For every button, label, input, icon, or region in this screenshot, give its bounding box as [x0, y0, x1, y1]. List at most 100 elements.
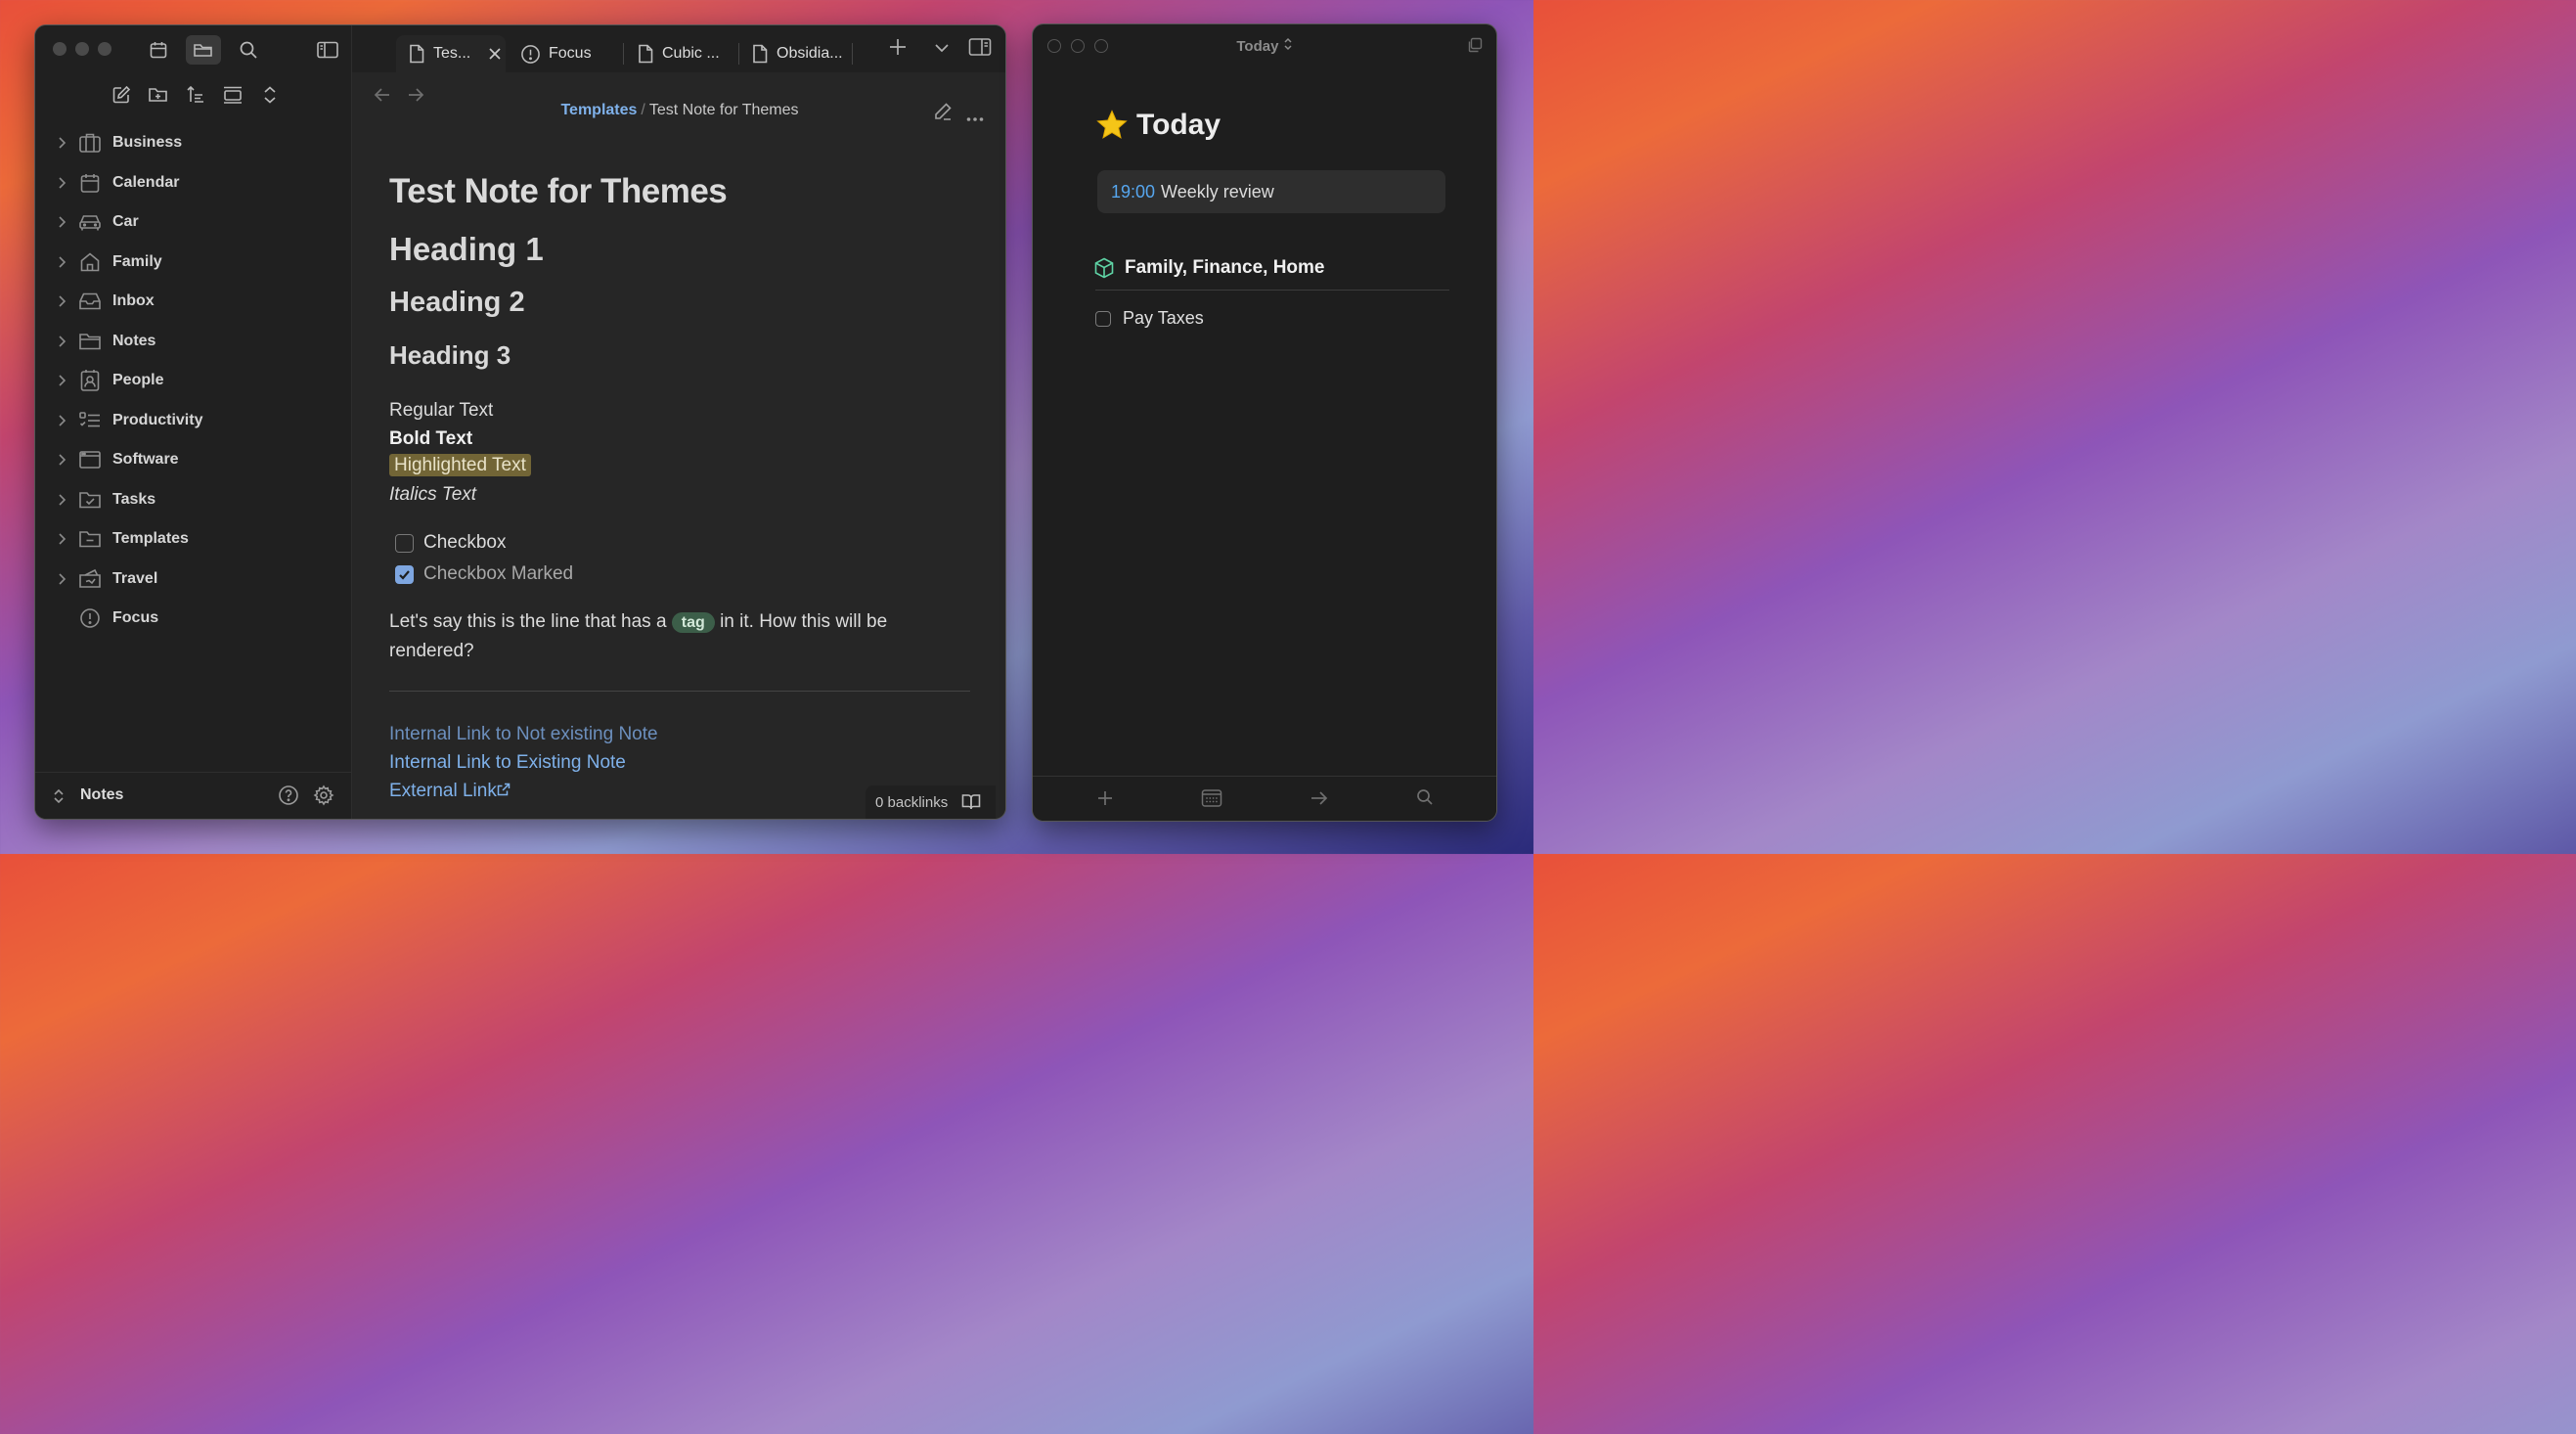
window-title[interactable]: Today: [1033, 37, 1496, 55]
backlinks-count: 0 backlinks: [875, 793, 949, 811]
internal-link-existing[interactable]: Internal Link to Existing Note: [389, 752, 626, 774]
move-arrow-right-icon[interactable]: [1310, 788, 1329, 813]
new-folder-icon: [149, 88, 167, 102]
auto-reveal-button[interactable]: [215, 80, 250, 110]
sort-button[interactable]: [178, 80, 213, 110]
book-open-icon[interactable]: [961, 793, 981, 811]
internal-link-unresolved[interactable]: Internal Link to Not existing Note: [389, 724, 658, 745]
chevron-right-icon[interactable]: [55, 215, 68, 229]
files-view-button[interactable]: [186, 35, 221, 65]
sidebar-item-focus[interactable]: Focus: [35, 599, 352, 639]
new-folder-button[interactable]: [141, 80, 176, 110]
help-icon[interactable]: [278, 784, 299, 811]
zoom-window-button[interactable]: [98, 42, 111, 56]
external-link[interactable]: External Link: [389, 781, 511, 802]
sidebar-item-car[interactable]: Car: [35, 202, 352, 243]
sidebar-item-label: People: [112, 372, 164, 389]
tab-divider: [852, 43, 853, 65]
sidebar-item-travel[interactable]: Travel: [35, 560, 352, 600]
sidebar-item-inbox[interactable]: Inbox: [35, 282, 352, 322]
search-view-button[interactable]: [231, 35, 266, 65]
chevron-right-icon[interactable]: [55, 493, 68, 507]
sidebar-item-label: Software: [112, 451, 179, 469]
tab-divider: [738, 43, 739, 65]
breadcrumb-current[interactable]: Test Note for Themes: [649, 102, 799, 118]
chevron-right-icon[interactable]: [55, 335, 68, 348]
calendar-view-button[interactable]: [141, 35, 176, 65]
minimize-window-button[interactable]: [75, 42, 89, 56]
task-checkbox[interactable]: [395, 533, 414, 553]
folder-icon: [78, 330, 102, 353]
backlinks-status[interactable]: 0 backlinks: [866, 785, 996, 819]
area-header[interactable]: Family, Finance, Home: [1093, 257, 1324, 279]
sidebar-item-tasks[interactable]: Tasks: [35, 480, 352, 520]
sidebar-item-calendar[interactable]: Calendar: [35, 163, 352, 203]
sidebar-view-switcher: [141, 35, 266, 65]
tab-list-chevron-down-icon[interactable]: [933, 39, 951, 62]
note-title[interactable]: Test Note for Themes: [389, 172, 728, 211]
expand-collapse-button[interactable]: [252, 80, 288, 110]
close-tab-icon[interactable]: [488, 47, 502, 61]
vault-footer: Notes: [35, 772, 351, 819]
heading-2: Heading 2: [389, 287, 525, 318]
tab-divider: [623, 43, 624, 65]
chevron-right-icon[interactable]: [55, 453, 68, 467]
settings-gear-icon[interactable]: [313, 784, 334, 811]
tag-paragraph: Let's say this is the line that has a ta…: [389, 607, 956, 665]
today-heading-label: Today: [1136, 109, 1221, 141]
vault-name[interactable]: Notes: [80, 786, 123, 804]
task-checkbox-checked[interactable]: [395, 564, 414, 584]
todo-checkbox[interactable]: [1095, 310, 1111, 327]
calendar-event[interactable]: 19:00 Weekly review: [1097, 170, 1445, 213]
new-note-button[interactable]: [104, 80, 139, 110]
collapse-sidebar-button[interactable]: [310, 35, 345, 65]
sidebar-item-label: Business: [112, 134, 183, 152]
vault-switcher-chevron-icon[interactable]: [53, 787, 65, 810]
tab-test-note[interactable]: Tes...: [396, 35, 506, 72]
tab-focus[interactable]: Focus: [520, 35, 592, 72]
external-link-label: External Link: [389, 781, 497, 801]
file-tree: Business Calendar Car Family Inbox Notes Peopl…: [35, 123, 352, 639]
sidebar-item-software[interactable]: Software: [35, 440, 352, 480]
chevron-right-icon[interactable]: [55, 176, 68, 190]
close-window-button[interactable]: [53, 42, 67, 56]
sidebar-item-family[interactable]: Family: [35, 243, 352, 283]
chevron-right-icon[interactable]: [55, 532, 68, 546]
sidebar-item-label: Family: [112, 252, 162, 270]
alert-circle-icon: [78, 606, 102, 630]
add-plus-icon[interactable]: [1095, 788, 1115, 813]
sidebar-item-notes[interactable]: Notes: [35, 322, 352, 362]
sidebar-item-business[interactable]: Business: [35, 123, 352, 163]
tab-obsidian[interactable]: Obsidia...: [751, 35, 843, 72]
chevron-right-icon[interactable]: [55, 374, 68, 387]
chevron-right-icon[interactable]: [55, 294, 68, 308]
tag-pill[interactable]: tag: [671, 612, 715, 633]
edit-pencil-icon[interactable]: [933, 102, 953, 126]
sidebar-item-productivity[interactable]: Productivity: [35, 401, 352, 441]
search-icon[interactable]: [1416, 788, 1434, 811]
new-tab-plus-icon[interactable]: [888, 37, 908, 62]
folder-minus-icon: [78, 527, 102, 551]
star-icon: [1096, 110, 1128, 139]
breadcrumb-parent-link[interactable]: Templates: [560, 102, 637, 118]
window-title-label: Today: [1236, 38, 1279, 55]
more-options-icon[interactable]: [966, 110, 984, 127]
todo-label[interactable]: Pay Taxes: [1123, 308, 1204, 329]
chevron-right-icon[interactable]: [55, 255, 68, 269]
sidebar-item-templates[interactable]: Templates: [35, 519, 352, 560]
copy-window-icon[interactable]: [1467, 37, 1483, 58]
sidebar-toggle-icon: [317, 41, 338, 59]
tab-cubic[interactable]: Cubic ...: [637, 35, 720, 72]
collapse-all-icon: [224, 86, 242, 104]
chevron-right-icon[interactable]: [55, 414, 68, 427]
chevron-right-icon[interactable]: [55, 136, 68, 150]
breadcrumb: Templates / Test Note for Themes: [352, 102, 1005, 119]
sidebar-item-label: Notes: [112, 332, 156, 349]
calendar-grid-icon[interactable]: [1201, 788, 1222, 813]
editor-pane: Tes... Focus Cubic ... Obsidia... Templa…: [352, 25, 1005, 819]
sidebar-item-people[interactable]: People: [35, 361, 352, 401]
right-sidebar-toggle-icon[interactable]: [968, 37, 992, 62]
chevron-right-icon[interactable]: [55, 572, 68, 586]
tab-label: Cubic ...: [662, 45, 720, 62]
heading-1: Heading 1: [389, 231, 544, 267]
